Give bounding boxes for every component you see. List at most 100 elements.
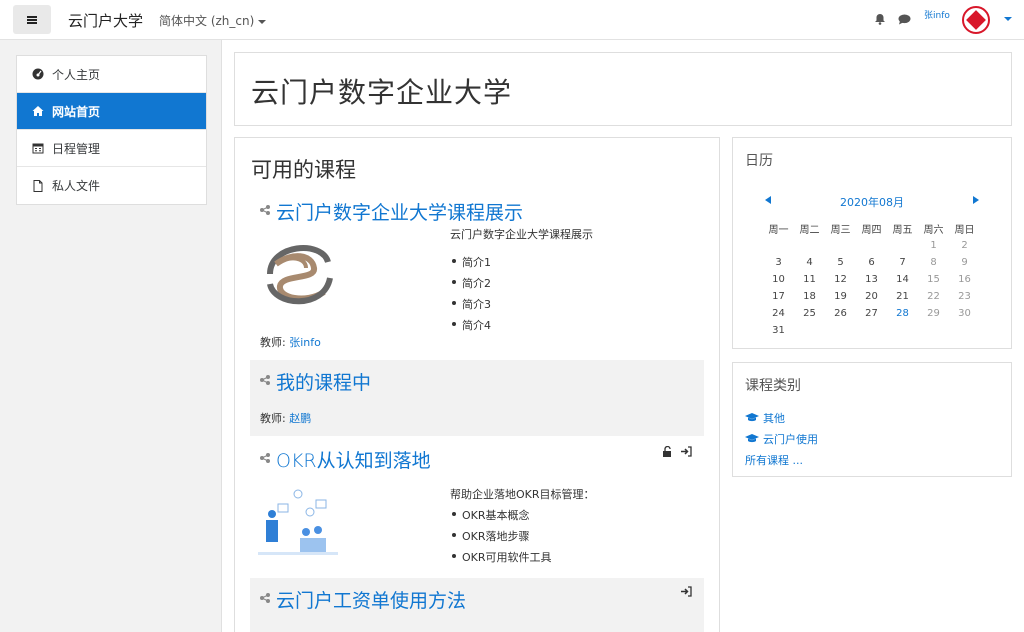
calendar-weekday: 周一 [768,225,789,236]
list-item: OKR可用软件工具 [450,549,595,565]
calendar-weekday: 周二 [799,225,820,236]
calendar-day[interactable]: 6 [856,257,887,268]
language-selector[interactable]: 简体中文 (zh_cn) [159,12,267,29]
block-title: 日历 [745,153,773,169]
calendar-day[interactable]: 23 [949,291,980,302]
calendar-day[interactable]: 30 [949,308,980,319]
calendar-day[interactable]: 27 [856,308,887,319]
calendar-day[interactable]: 4 [794,257,825,268]
calendar-day[interactable]: 20 [856,291,887,302]
sign-in-icon[interactable] [681,446,692,457]
calendar-day[interactable]: 7 [887,257,918,268]
next-month-icon[interactable] [973,196,979,204]
list-item: OKR落地步骤 [450,528,595,544]
calendar-day[interactable]: 17 [763,291,794,302]
category-link[interactable]: 云门户使用 [763,431,818,447]
all-courses-link[interactable]: 所有课程 ... [745,452,803,468]
list-item: 简介2 [450,275,593,291]
calendar-day[interactable]: 26 [825,308,856,319]
calendar-day[interactable]: 28 [887,308,918,319]
calendar-day[interactable]: 31 [763,325,794,336]
calendar-day[interactable]: 14 [887,274,918,285]
drawer-item-label: 私人文件 [52,179,101,193]
course-title-link[interactable]: 云门户数字企业大学课程展示 [276,198,523,225]
course-title-link[interactable]: 云门户工资单使用方法 [276,586,466,613]
calendar-day[interactable]: 13 [856,274,887,285]
previous-month-icon[interactable] [765,196,771,204]
calendar-day[interactable]: 9 [949,257,980,268]
chat-icon[interactable] [898,14,911,25]
course-box: OKR从认知到落地 帮助企业落地OKR目标管理： OKR基本概念 OKR落地步骤… [250,438,704,574]
calendar-day[interactable]: 22 [918,291,949,302]
user-menu-caret-icon[interactable] [1004,17,1012,21]
teacher-label: 教师: [260,412,290,425]
drawer-item-private-files[interactable]: 私人文件 [17,167,206,204]
course-box: 云门户数字企业大学课程展示 云门户数字企业大学课程展示 简介1 简介2 简介3 … [250,196,704,356]
calendar-week-row: 12 [763,237,995,254]
logo-icon [966,10,986,30]
top-navbar: 云门户大学 简体中文 (zh_cn) 张info [0,0,1024,40]
course-icon [260,375,270,385]
calendar-day[interactable]: 21 [887,291,918,302]
drawer-item-site-home[interactable]: 网站首页 [17,93,206,130]
home-icon [32,106,44,116]
calendar-day[interactable]: 25 [794,308,825,319]
section-heading: 可用的课程 [251,158,356,182]
calendar-header: 2020年08月 [761,194,983,210]
course-box: 云门户工资单使用方法 [250,578,704,632]
menu-toggle-button[interactable] [13,5,51,34]
drawer-item-dashboard[interactable]: 个人主页 [17,56,206,93]
chevron-down-icon [258,19,267,24]
course-summary: 帮助企业落地OKR目标管理： OKR基本概念 OKR落地步骤 OKR可用软件工具 [450,486,595,565]
teacher-link[interactable]: 赵鹏 [289,412,311,425]
calendar-day[interactable]: 15 [918,274,949,285]
calendar-day[interactable]: 18 [794,291,825,302]
calendar-icon [32,143,44,154]
calendar-day[interactable]: 3 [763,257,794,268]
user-avatar[interactable] [962,6,990,34]
teacher-link[interactable]: 张info [289,336,321,349]
calendar-day[interactable]: 11 [794,274,825,285]
calendar-week-row: 24 25 26 27 28 29 30 [763,305,995,322]
category-item[interactable]: 其他 [745,407,818,428]
list-item: 简介1 [450,254,593,270]
drawer-item-calendar[interactable]: 日程管理 [17,130,206,167]
calendar-day[interactable]: 19 [825,291,856,302]
calendar-day[interactable]: 24 [763,308,794,319]
calendar-week-row: 10 11 12 13 14 15 16 [763,271,995,288]
available-courses: 可用的课程 云门户数字企业大学课程展示 云门户数字企业大学课程展示 简介1 简介… [234,137,720,632]
site-name[interactable]: 云门户大学 [68,10,143,31]
course-icon [260,453,270,463]
course-title-link[interactable]: OKR从认知到落地 [276,446,431,473]
teacher-label: 教师: [260,336,290,349]
calendar-week-row: 3456789 [763,254,995,271]
sign-in-icon[interactable] [681,586,692,597]
calendar-day[interactable]: 12 [825,274,856,285]
calendar-week-row: 31 [763,322,995,339]
unlock-icon[interactable] [662,446,673,457]
course-summary-intro: 云门户数字企业大学课程展示 [450,228,593,241]
course-summary: 云门户数字企业大学课程展示 简介1 简介2 简介3 简介4 [450,226,593,333]
category-link[interactable]: 其他 [763,410,785,426]
category-item[interactable]: 云门户使用 [745,428,818,449]
calendar-day[interactable]: 2 [949,240,980,251]
course-teacher: 教师: 张info [260,334,321,350]
user-name[interactable]: 张info [924,8,950,21]
list-item: 简介3 [450,296,593,312]
calendar-grid: 周一 周二 周三 周四 周五 周六 周日 1 2 3 4 5 6 7 8 9 10 11 12 13 14 15 16 17 1… [763,220,995,339]
course-summary-list: OKR基本概念 OKR落地步骤 OKR可用软件工具 [450,507,595,565]
calendar-weekday: 周六 [923,225,944,236]
calendar-day[interactable]: 5 [825,257,856,268]
bell-icon[interactable] [874,13,886,25]
calendar-day[interactable]: 1 [918,240,949,251]
calendar-day[interactable]: 10 [763,274,794,285]
calendar-day[interactable]: 16 [949,274,980,285]
category-item[interactable]: 所有课程 ... [745,449,818,470]
calendar-month-link[interactable]: 2020年08月 [840,196,904,209]
course-icon [260,593,270,603]
graduation-cap-icon [745,434,759,443]
calendar-day[interactable]: 8 [918,257,949,268]
calendar-day[interactable]: 29 [918,308,949,319]
page-title: 云门户数字企业大学 [251,76,513,109]
course-title-link[interactable]: 我的课程中 [276,368,371,395]
